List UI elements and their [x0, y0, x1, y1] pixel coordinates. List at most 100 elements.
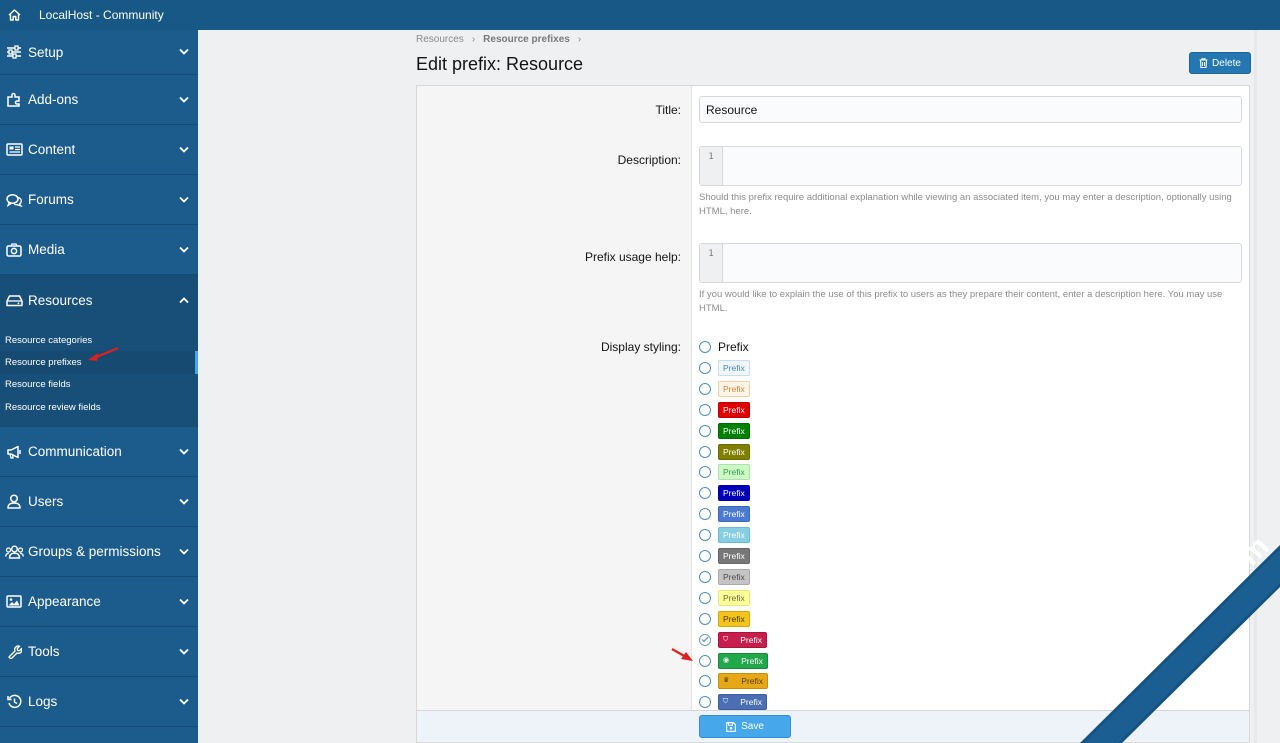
style-plain-label: Prefix [718, 340, 749, 354]
sidebar-subitem-resource-categories[interactable]: Resource categories [0, 329, 198, 351]
chevron-down-icon [179, 48, 189, 56]
display-style-radio[interactable]: Prefix [699, 589, 750, 606]
prefix-tag: Prefix [718, 610, 750, 627]
display-style-radio[interactable]: Prefix [699, 422, 750, 439]
breadcrumb-resource-prefixes[interactable]: Resource prefixes [483, 34, 570, 45]
display-style-radio[interactable]: ◉ Prefix [699, 652, 768, 669]
prefix-tag: Prefix [718, 380, 750, 397]
hdd-icon [0, 294, 28, 307]
display-style-radio[interactable]: Prefix [699, 359, 750, 376]
sidebar-item-add-ons[interactable]: Add-ons [0, 75, 198, 125]
main-content: Resources › Resource prefixes › Edit pre… [198, 30, 1280, 743]
radio-icon[interactable] [699, 591, 711, 604]
description-hint: Should this prefix require additional ex… [699, 192, 1232, 217]
prefix-tag-label: Prefix [723, 613, 745, 624]
sidebar-item-groups-permissions[interactable]: Groups & permissions [0, 527, 198, 578]
camera-icon [0, 242, 28, 257]
shield-icon: ⛉ [723, 698, 729, 706]
display-style-radio[interactable]: Prefix [699, 568, 750, 585]
radio-icon[interactable] [699, 654, 711, 667]
sidebar-subitem-resource-prefixes[interactable]: Resource prefixes [0, 351, 198, 374]
title-input[interactable]: Resource [699, 96, 1242, 123]
crown-icon: ♛ [723, 677, 730, 685]
radio-icon[interactable] [699, 487, 711, 500]
chevron-down-icon [179, 246, 189, 253]
sidebar-item-label: Tools [28, 644, 60, 660]
radio-icon[interactable] [699, 675, 711, 688]
save-button[interactable]: Save [699, 715, 791, 738]
form-footer: Save [416, 710, 1250, 743]
sidebar-item-communication[interactable]: Communication [0, 427, 198, 478]
breadcrumb-resources[interactable]: Resources [416, 34, 464, 45]
sidebar-item-tools[interactable]: Tools [0, 627, 198, 678]
sidebar-item-users[interactable]: Users [0, 477, 198, 528]
display-style-radio[interactable]: Prefix [699, 339, 749, 355]
sidebar-item-logs[interactable]: Logs [0, 677, 198, 728]
display-style-radio[interactable]: Prefix [699, 506, 750, 523]
prefix-tag-label: Prefix [723, 404, 745, 415]
breadcrumb-separator-icon: › [471, 34, 476, 45]
radio-icon[interactable] [699, 341, 711, 353]
chevron-down-icon [179, 448, 189, 455]
sidebar-item-appearance[interactable]: Appearance [0, 577, 198, 628]
sidebar-subitem-resource-review-fields[interactable]: Resource review fields [0, 396, 198, 418]
site-title[interactable]: LocalHost - Community [39, 8, 164, 22]
comments-icon [0, 193, 28, 207]
prefix-tag-label: Prefix [723, 425, 745, 436]
radio-icon[interactable] [699, 696, 711, 709]
sidebar-item-resources[interactable]: Resources [0, 275, 198, 325]
display-style-radio[interactable]: Prefix [699, 485, 750, 502]
display-style-radio[interactable]: Prefix [699, 380, 750, 397]
radio-icon[interactable] [699, 424, 711, 437]
radio-checked-icon[interactable] [699, 633, 711, 646]
user-icon [0, 494, 28, 509]
display-style-radio[interactable]: Prefix [699, 548, 750, 564]
radio-icon[interactable] [699, 508, 711, 521]
display-style-radio[interactable]: ♛ Prefix [699, 673, 769, 690]
display-style-radio[interactable]: ⛉ Prefix [699, 694, 767, 711]
prefix-tag-label: Prefix [723, 362, 745, 373]
radio-icon[interactable] [699, 466, 711, 479]
sidebar-item-forums[interactable]: Forums [0, 175, 198, 225]
chevron-down-icon [179, 498, 189, 505]
sidebar-item-label: Users [28, 494, 64, 510]
radio-icon[interactable] [699, 403, 711, 416]
radio-icon[interactable] [699, 445, 711, 458]
image-icon [0, 595, 28, 608]
radio-icon[interactable] [699, 382, 711, 395]
description-editor[interactable]: 1 [699, 146, 1242, 186]
sidebar-subitem-resource-fields[interactable]: Resource fields [0, 374, 198, 396]
sidebar-item-label: Communication [28, 444, 122, 460]
prefix-tag-label: Prefix [740, 634, 762, 645]
radio-icon[interactable] [699, 570, 711, 583]
chevron-down-icon [179, 598, 189, 605]
usage-help-editor[interactable]: 1 [699, 243, 1242, 283]
breadcrumb: Resources › Resource prefixes › [416, 34, 581, 45]
radio-icon[interactable] [699, 550, 711, 562]
display-style-radio[interactable]: ⛉ Prefix [699, 631, 767, 648]
sidebar-item-media[interactable]: Media [0, 225, 198, 275]
chevron-down-icon [179, 648, 189, 655]
radio-icon[interactable] [699, 529, 711, 542]
display-style-radio[interactable]: Prefix [699, 464, 750, 481]
delete-button[interactable]: Delete [1189, 52, 1251, 74]
save-icon [726, 721, 736, 732]
prefix-tag: Prefix [718, 589, 750, 606]
usage-help-hint: If you would like to explain the use of … [699, 289, 1223, 314]
sidebar-item-setup[interactable]: Setup [0, 30, 198, 75]
sidebar-item-content[interactable]: Content [0, 125, 198, 175]
display-styling-label: Display styling: [600, 340, 681, 354]
prefix-tag: Prefix [718, 506, 750, 523]
scrollbar[interactable] [1254, 30, 1257, 743]
sidebar-item-label: Logs [28, 694, 58, 710]
display-style-radio[interactable]: Prefix [699, 527, 750, 544]
display-style-radio[interactable]: Prefix [699, 443, 750, 460]
radio-icon[interactable] [699, 612, 711, 625]
description-label: Description: [617, 153, 681, 167]
radio-icon[interactable] [699, 361, 711, 374]
display-style-radio[interactable]: Prefix [699, 401, 750, 418]
display-style-radio[interactable]: Prefix [699, 610, 750, 627]
title-label: Title: [655, 103, 681, 117]
save-label: Save [741, 721, 764, 732]
home-icon[interactable] [0, 0, 28, 30]
